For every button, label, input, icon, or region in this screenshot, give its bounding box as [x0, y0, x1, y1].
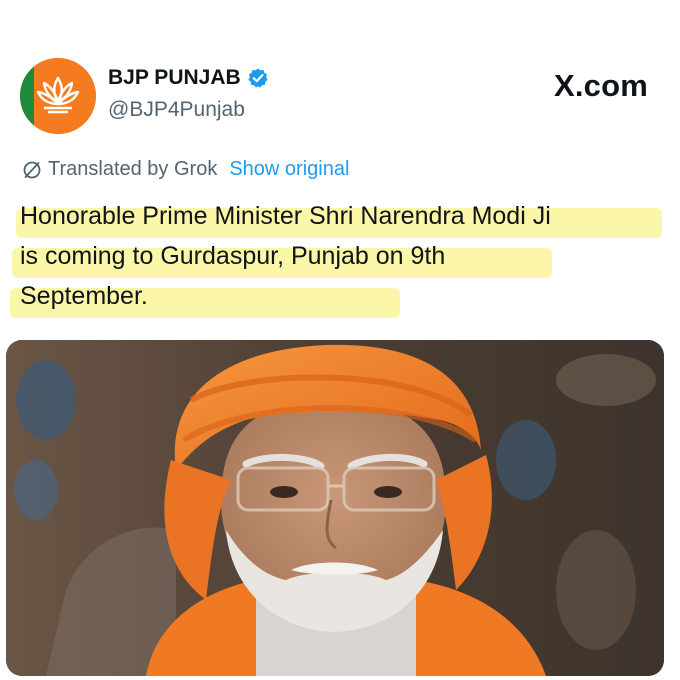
lotus-logo-icon: [20, 58, 96, 134]
translate-icon: [23, 161, 41, 178]
tweet-line: Honorable Prime Minister Shri Narendra M…: [16, 196, 662, 238]
display-name[interactable]: BJP PUNJAB: [108, 66, 241, 90]
tweet-line: September.: [10, 276, 660, 318]
translated-by-label: Translated by Grok: [48, 158, 218, 180]
avatar[interactable]: [20, 58, 96, 134]
tweet-line-text: is coming to Gurdaspur, Punjab on 9th: [20, 242, 446, 270]
show-original-link[interactable]: Show original: [229, 158, 349, 181]
tweet-photo[interactable]: [6, 340, 664, 676]
tweet-text: Honorable Prime Minister Shri Narendra M…: [10, 196, 662, 318]
translation-bar: Translated by Grok Show original: [22, 158, 349, 181]
tweet-line-text: September.: [20, 282, 148, 310]
site-brand: X.com: [553, 68, 648, 103]
verified-badge-icon: [248, 68, 268, 88]
tweet-line: is coming to Gurdaspur, Punjab on 9th: [12, 236, 660, 278]
photo-icon: [6, 340, 664, 676]
tweet-line-text: Honorable Prime Minister Shri Narendra M…: [20, 202, 551, 230]
handle[interactable]: @BJP4Punjab: [108, 98, 245, 122]
author-row: BJP PUNJAB: [108, 66, 269, 90]
